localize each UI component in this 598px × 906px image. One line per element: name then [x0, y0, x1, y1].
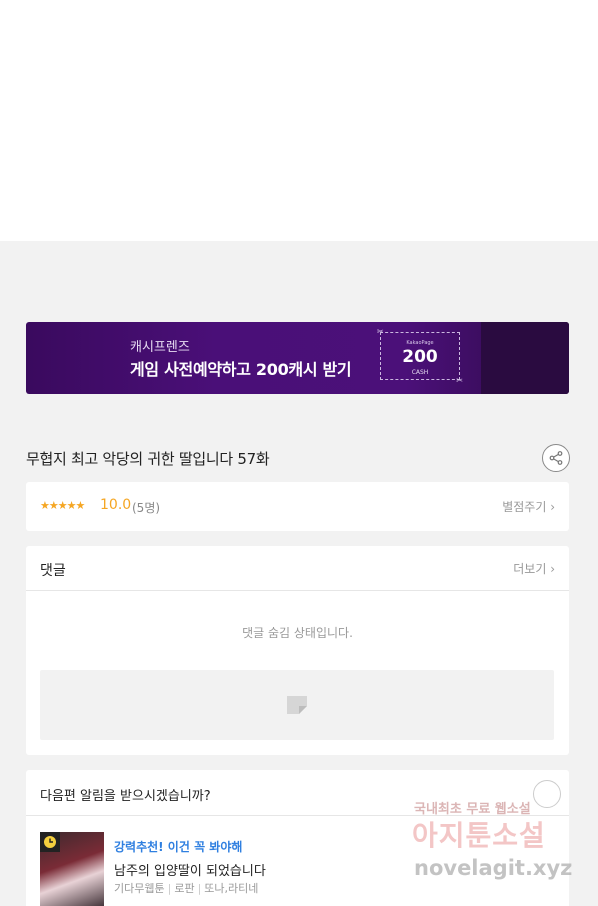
coupon-amount: 200: [402, 347, 438, 367]
recommend-label: 강력추천! 이건 꼭 봐야해: [114, 840, 243, 854]
comment-card: 댓글 더보기 › 댓글 숨김 상태입니다.: [26, 546, 569, 755]
promo-banner[interactable]: 캐시프렌즈 게임 사전예약하고 200캐시 받기 ✂ ✂ KakaoPage 2…: [26, 322, 569, 394]
coupon-brand: KakaoPage: [406, 340, 434, 346]
sticker-icon: [287, 696, 307, 714]
recommend-title[interactable]: 남주의 입양딸이 되었습니다: [114, 860, 266, 879]
notify-header: 다음편 알림을 받으시겠습니까?: [26, 770, 569, 816]
recommend-meta: 기다무웹툰 | 로판 | 또나,라티네: [114, 882, 259, 895]
scissors-icon: ✂: [377, 327, 384, 336]
coupon-unit: CASH: [411, 369, 429, 376]
comment-title: 댓글: [40, 563, 66, 579]
episode-title: 무협지 최고 악당의 귀한 딸입니다 57화: [26, 450, 270, 468]
rating-card: ★★★★★ 10.0 (5명) 별점주기 ›: [26, 482, 569, 531]
banner-title: 게임 사전예약하고 200캐시 받기: [130, 360, 352, 379]
share-icon: [549, 451, 563, 465]
comment-more-link[interactable]: 더보기 ›: [513, 560, 555, 577]
banner-shade: [481, 322, 569, 394]
comment-input-area[interactable]: [40, 670, 554, 740]
bell-icon[interactable]: [533, 780, 561, 808]
rating-score: 10.0: [100, 497, 132, 513]
top-blank-area: [0, 0, 598, 241]
rate-button[interactable]: 별점주기 ›: [502, 498, 555, 515]
rating-stars: ★★★★★: [40, 499, 85, 512]
rating-count: (5명): [132, 501, 161, 515]
recommend-genre: 로판: [174, 882, 195, 895]
coupon-graphic: ✂ ✂ KakaoPage 200 CASH: [377, 327, 463, 385]
recommend-author: 또나,라티네: [204, 882, 259, 895]
comment-header: 댓글 더보기 ›: [26, 546, 569, 591]
recommend-category: 기다무웹툰: [114, 882, 165, 895]
comment-hidden-message: 댓글 숨김 상태입니다.: [242, 626, 353, 640]
recommend-thumbnail[interactable]: [40, 832, 104, 906]
share-button[interactable]: [542, 444, 570, 472]
wait-free-clock-icon: [40, 832, 60, 852]
banner-subtitle: 캐시프렌즈: [130, 340, 190, 355]
notify-question: 다음편 알림을 받으시겠습니까?: [40, 789, 211, 804]
notify-card: 다음편 알림을 받으시겠습니까? 강력추천! 이건 꼭 봐야해 남주의 입양딸이…: [26, 770, 569, 906]
scissors-icon: ✂: [456, 376, 463, 385]
